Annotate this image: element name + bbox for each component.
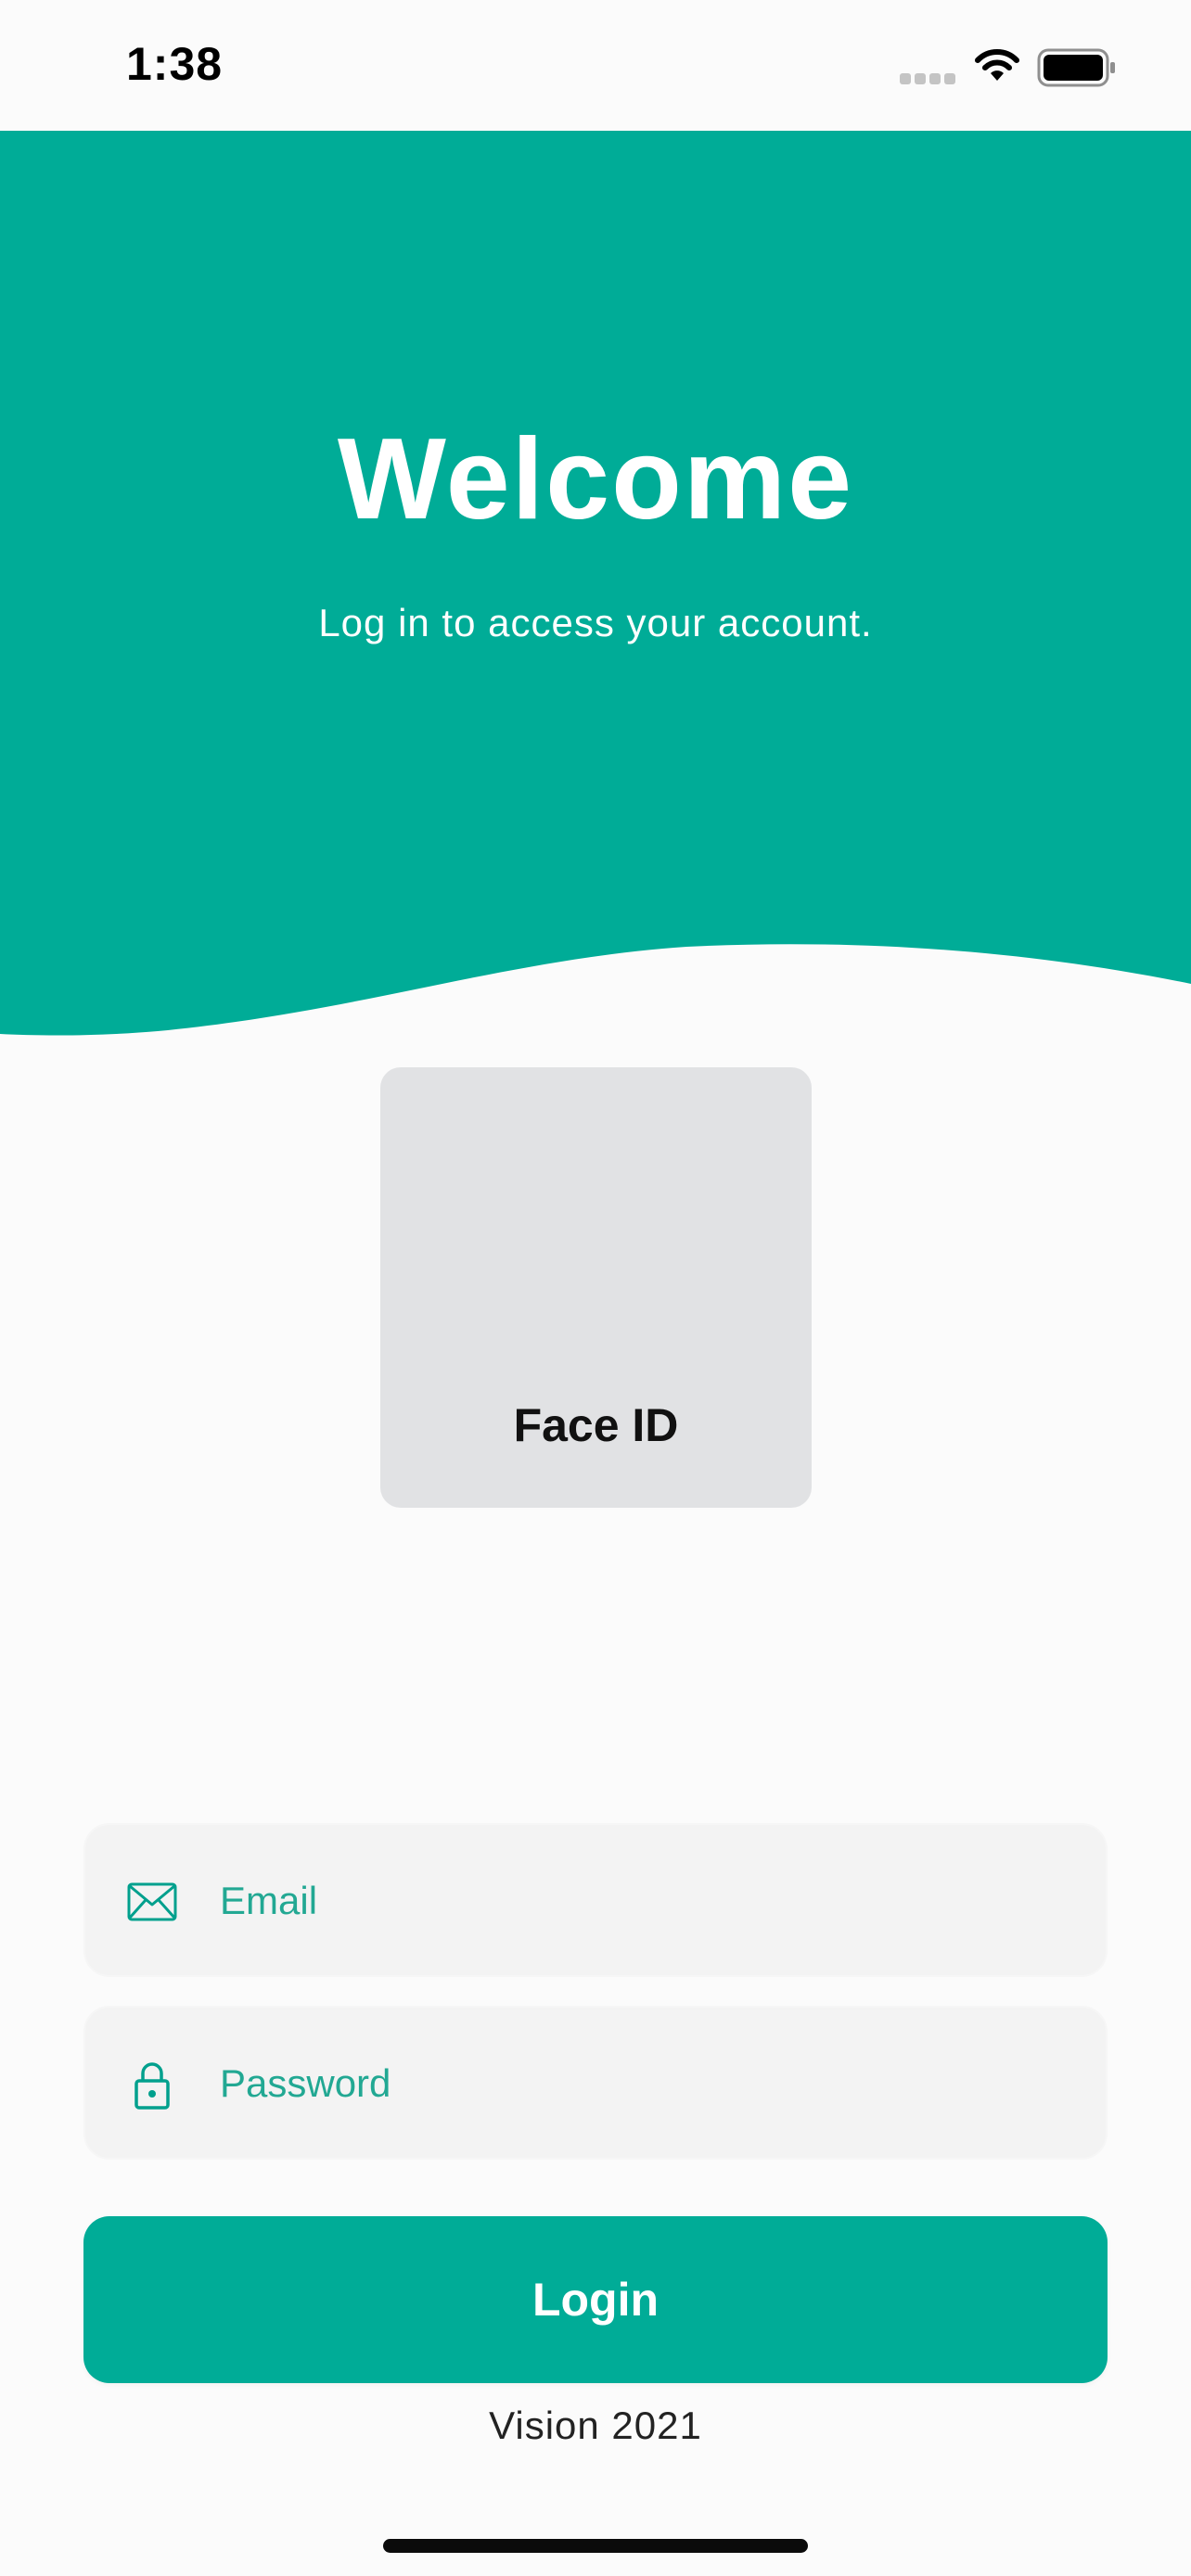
wave-background [0, 131, 1191, 1036]
login-button[interactable]: Login [83, 2216, 1108, 2383]
face-id-label: Face ID [513, 1399, 679, 1451]
welcome-subtitle: Log in to access your account. [318, 601, 873, 644]
home-indicator[interactable] [383, 2539, 808, 2553]
login-screen: 1:38 Welcome Log in to access your accou… [0, 0, 1191, 2576]
lock-icon [134, 2062, 170, 2110]
mail-icon [127, 1882, 177, 1921]
email-field[interactable] [83, 1823, 1108, 1977]
email-input[interactable] [218, 1825, 1057, 1977]
wifi-icon [975, 49, 1019, 81]
password-input[interactable] [218, 2008, 1057, 2160]
footer-text: Vision 2021 [489, 2404, 702, 2447]
signal-icon [900, 73, 957, 84]
battery-icon [1037, 48, 1115, 87]
status-time: 1:38 [126, 38, 224, 90]
header-banner: Welcome Log in to access your account. [0, 131, 1191, 1039]
password-field[interactable] [83, 2006, 1108, 2160]
welcome-title: Welcome [337, 415, 854, 543]
face-id-button[interactable]: Face ID [380, 1067, 812, 1508]
status-bar: 1:38 [0, 0, 1191, 131]
